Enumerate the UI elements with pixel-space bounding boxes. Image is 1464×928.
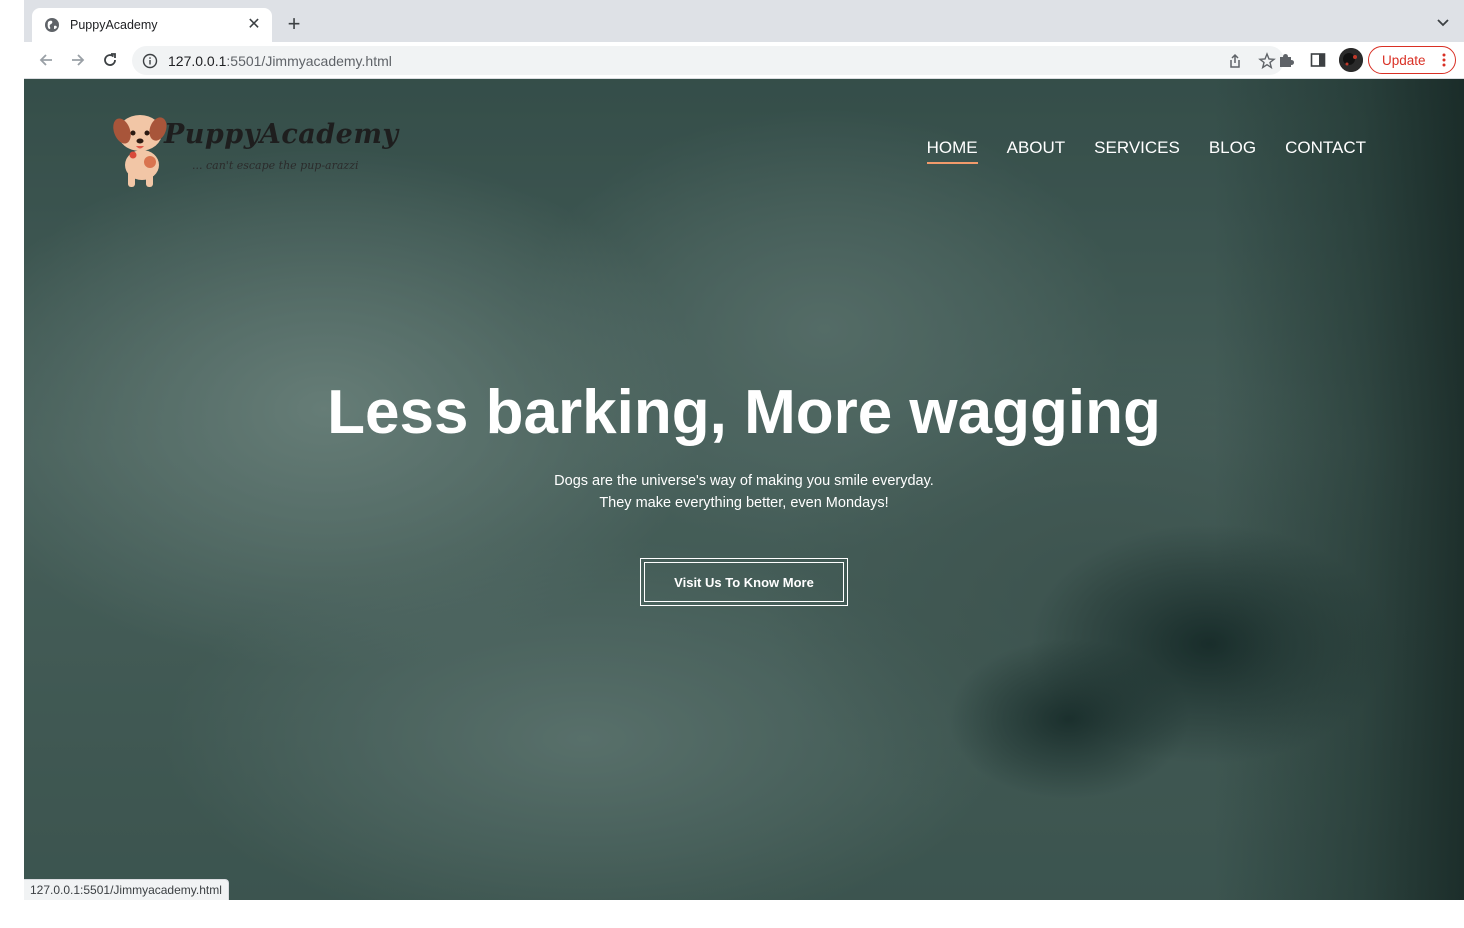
- url-host: 127.0.0.1: [168, 52, 227, 69]
- update-button[interactable]: Update: [1368, 46, 1456, 74]
- bookmark-star-icon[interactable]: [1258, 52, 1276, 70]
- visit-us-button-label: Visit Us To Know More: [644, 562, 844, 602]
- side-panel-icon[interactable]: [1309, 51, 1327, 69]
- tab-title: PuppyAcademy: [70, 18, 158, 32]
- nav-contact[interactable]: CONTACT: [1285, 138, 1366, 162]
- info-icon[interactable]: [142, 53, 158, 69]
- site-logo[interactable]: PuppyAcademy ... can't escape the pup-ar…: [110, 115, 398, 189]
- nav-blog[interactable]: BLOG: [1209, 138, 1256, 162]
- update-label: Update: [1382, 52, 1426, 68]
- main-nav: HOME ABOUT SERVICES BLOG CONTACT: [926, 138, 1366, 164]
- browser-tab[interactable]: PuppyAcademy ✕: [32, 8, 272, 42]
- globe-icon: [45, 18, 59, 32]
- close-tab-icon[interactable]: ✕: [246, 17, 262, 33]
- nav-services[interactable]: SERVICES: [1094, 138, 1180, 162]
- hero-subtitle-line-2: They make everything better, even Monday…: [599, 495, 889, 511]
- hero-subtitle-line-1: Dogs are the universe's way of making yo…: [554, 473, 934, 489]
- forward-arrow-icon[interactable]: [68, 50, 88, 70]
- profile-avatar[interactable]: [1339, 48, 1363, 72]
- share-icon[interactable]: [1226, 52, 1244, 70]
- hero-title: Less barking, More wagging: [327, 378, 1161, 447]
- nav-home[interactable]: HOME: [926, 138, 978, 164]
- address-bar[interactable]: 127.0.0.1:5501/Jimmyacademy.html: [132, 46, 1284, 75]
- logo-wordmark: PuppyAcademy: [164, 119, 399, 150]
- omnibox-actions: [1226, 52, 1276, 70]
- url-path: :5501/Jimmyacademy.html: [226, 52, 392, 69]
- profile-dog-icon: [1339, 48, 1363, 72]
- link-status-bubble: 127.0.0.1:5501/Jimmyacademy.html: [24, 879, 229, 900]
- extensions-puzzle-icon[interactable]: [1277, 51, 1295, 69]
- new-tab-button[interactable]: +: [282, 13, 306, 37]
- chevron-down-icon[interactable]: [1436, 16, 1450, 30]
- logo-tagline: ... can't escape the pup-arazzi: [192, 159, 359, 172]
- back-arrow-icon[interactable]: [36, 50, 56, 70]
- hero-subtitle: Dogs are the universe's way of making yo…: [24, 470, 1464, 514]
- tab-strip: PuppyAcademy ✕ +: [24, 0, 1464, 42]
- browser-toolbar: 127.0.0.1:5501/Jimmyacademy.html Update: [24, 42, 1464, 79]
- reload-icon[interactable]: [100, 50, 120, 70]
- visit-us-button[interactable]: Visit Us To Know More: [640, 558, 848, 606]
- nav-about[interactable]: ABOUT: [1007, 138, 1066, 162]
- page-viewport: PuppyAcademy ... can't escape the pup-ar…: [24, 79, 1464, 900]
- kebab-menu-icon[interactable]: [1442, 53, 1446, 67]
- browser-chrome: PuppyAcademy ✕ + 127.0.0.1:5501/Jimmyaca…: [24, 0, 1464, 79]
